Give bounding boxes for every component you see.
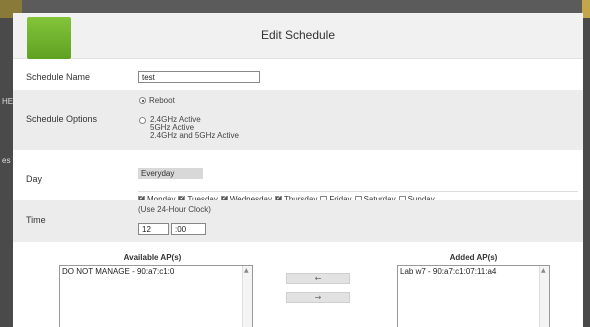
time-hint: (Use 24-Hour Clock) <box>138 205 211 214</box>
minute-input[interactable] <box>171 223 206 235</box>
background-text-fragment: es <box>2 156 11 165</box>
schedule-name-input[interactable] <box>138 71 260 83</box>
reboot-radio[interactable] <box>139 97 146 104</box>
scroll-up-icon[interactable]: ▲ <box>244 267 249 274</box>
background-logo-fragment <box>582 0 590 18</box>
available-aps-scrollbar[interactable]: ▲ ▼ <box>242 266 252 327</box>
modal-title: Edit Schedule <box>260 28 336 42</box>
day-divider <box>138 191 578 192</box>
schedule-name-row: Schedule Name <box>13 64 583 88</box>
hour-input[interactable] <box>138 223 169 235</box>
schedule-options-label: Schedule Options <box>26 114 98 124</box>
scroll-up-icon[interactable]: ▲ <box>541 267 546 274</box>
available-aps-list[interactable]: DO NOT MANAGE - 90:a7:c1:0 ▲ ▼ <box>59 265 253 327</box>
added-aps-scrollbar[interactable]: ▲ ▼ <box>539 266 549 327</box>
remove-ap-button[interactable]: ← <box>286 273 350 284</box>
available-aps-title: Available AP(s) <box>123 253 182 262</box>
edit-schedule-modal: Edit Schedule Schedule Name Schedule Opt… <box>13 13 583 327</box>
reboot-option[interactable]: Reboot <box>139 96 175 105</box>
added-aps-title: Added AP(s) <box>449 253 498 262</box>
reboot-label: Reboot <box>149 96 175 105</box>
schedule-options-row: Schedule Options Reboot 2.4GHz Active 5G… <box>13 90 583 150</box>
day-label: Day <box>26 174 43 184</box>
time-label: Time <box>26 215 46 225</box>
time-row: Time (Use 24-Hour Clock) <box>13 200 583 242</box>
active-option[interactable] <box>139 116 149 125</box>
available-aps-panel: Available AP(s) DO NOT MANAGE - 90:a7:c1… <box>49 248 256 327</box>
added-ap-item[interactable]: Lab w7 - 90:a7:c1:07:11:a4 <box>400 267 496 276</box>
added-aps-list[interactable]: Lab w7 - 90:a7:c1:07:11:a4 ▲ ▼ <box>397 265 550 327</box>
added-aps-panel: Added AP(s) Lab w7 - 90:a7:c1:07:11:a4 ▲… <box>371 248 576 327</box>
modal-header: Edit Schedule <box>13 13 583 59</box>
background-text-fragment: HE <box>2 97 14 106</box>
everyday-toggle[interactable]: Everyday <box>138 168 203 179</box>
active-radio[interactable] <box>139 117 146 124</box>
schedule-name-label: Schedule Name <box>26 72 91 82</box>
available-ap-item[interactable]: DO NOT MANAGE - 90:a7:c1:0 <box>62 267 174 276</box>
background-right <box>582 0 590 327</box>
active-line-3: 2.4GHz and 5GHz Active <box>150 131 239 140</box>
add-ap-button[interactable]: → <box>286 292 350 303</box>
